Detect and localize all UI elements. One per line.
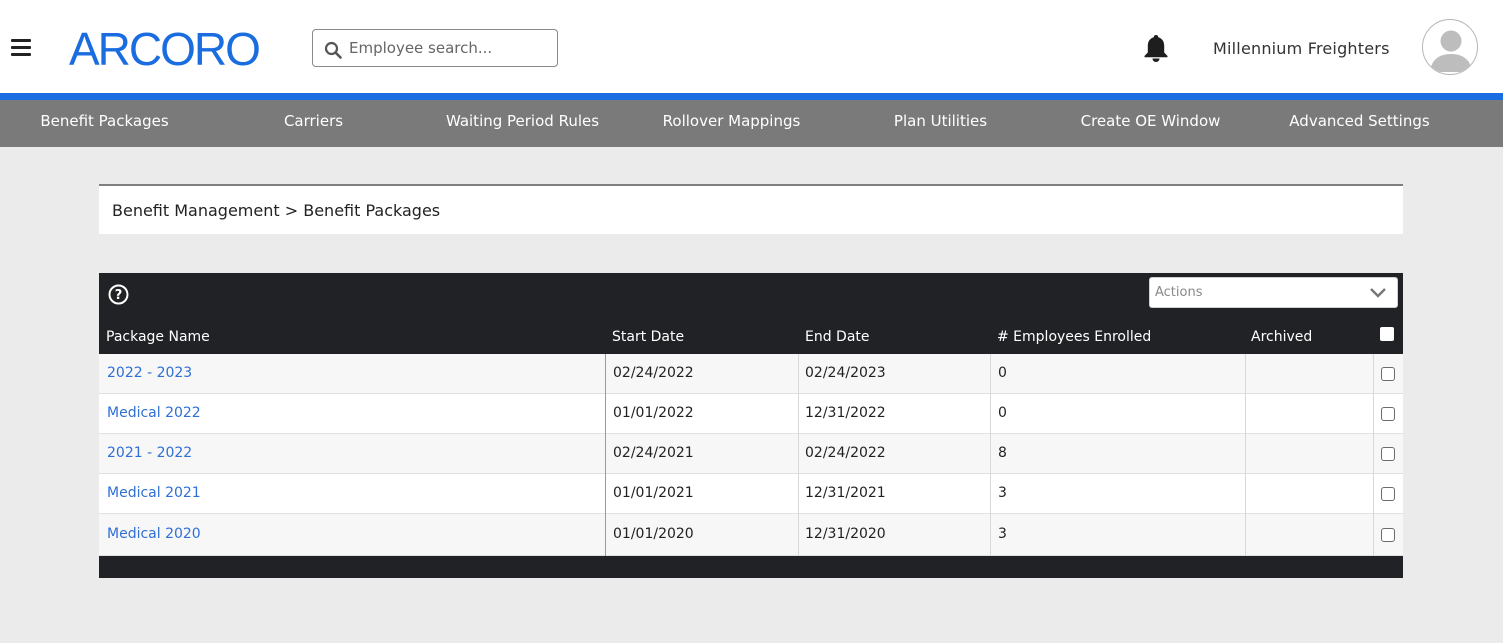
- row-checkbox[interactable]: [1381, 367, 1395, 381]
- table-row: 2022 - 2023 02/24/2022 02/24/2023 0: [99, 354, 1403, 394]
- package-name[interactable]: 2022 - 2023: [107, 365, 192, 381]
- start-date: 01/01/2022: [613, 405, 694, 421]
- end-date: 12/31/2022: [805, 405, 886, 421]
- column-header-archived[interactable]: Archived: [1251, 329, 1312, 345]
- end-date: 02/24/2023: [805, 365, 886, 381]
- chevron-down-icon: [1370, 288, 1386, 298]
- employee-search[interactable]: [312, 29, 558, 67]
- nav-advanced-settings[interactable]: Advanced Settings: [1255, 100, 1464, 147]
- company-name: Millennium Freighters: [1213, 39, 1390, 58]
- column-header-end-date[interactable]: End Date: [805, 329, 870, 345]
- actions-dropdown-label: Actions: [1155, 285, 1203, 300]
- start-date: 02/24/2022: [613, 365, 694, 381]
- package-name[interactable]: Medical 2020: [107, 526, 201, 542]
- nav-benefit-packages[interactable]: Benefit Packages: [0, 100, 209, 147]
- start-date: 01/01/2021: [613, 485, 694, 501]
- employees-enrolled: 0: [998, 365, 1007, 381]
- package-name-link[interactable]: Medical 2022: [107, 394, 201, 434]
- brand-accent-bar: [0, 93, 1503, 100]
- nav-create-oe-window[interactable]: Create OE Window: [1046, 100, 1255, 147]
- start-date: 01/01/2020: [613, 526, 694, 542]
- column-header-package-name[interactable]: Package Name: [106, 329, 210, 345]
- table-row: Medical 2020 01/01/2020 12/31/2020 3: [99, 514, 1403, 556]
- package-name-link[interactable]: 2022 - 2023: [107, 354, 192, 394]
- end-date: 02/24/2022: [805, 445, 886, 461]
- actions-dropdown[interactable]: Actions: [1149, 277, 1398, 308]
- start-date: 02/24/2021: [613, 445, 694, 461]
- benefit-packages-table: ? Actions Package Name Start Date End Da…: [99, 273, 1403, 578]
- package-name-link[interactable]: Medical 2021: [107, 474, 201, 514]
- package-name[interactable]: Medical 2022: [107, 405, 201, 421]
- table-row: Medical 2022 01/01/2022 12/31/2022 0: [99, 394, 1403, 434]
- package-name-link[interactable]: Medical 2020: [107, 514, 201, 556]
- breadcrumb: Benefit Management > Benefit Packages: [112, 201, 440, 220]
- employee-search-input[interactable]: [349, 30, 553, 66]
- table-row: Medical 2021 01/01/2021 12/31/2021 3: [99, 474, 1403, 514]
- column-header-employees-enrolled[interactable]: # Employees Enrolled: [997, 329, 1151, 345]
- user-avatar-icon: [1430, 30, 1472, 72]
- breadcrumb-benefit-management[interactable]: Benefit Management: [112, 201, 280, 220]
- select-all-checkbox[interactable]: [1380, 327, 1394, 341]
- nav-carriers[interactable]: Carriers: [209, 100, 418, 147]
- row-checkbox[interactable]: [1381, 407, 1395, 421]
- svg-text:?: ?: [115, 288, 123, 303]
- help-icon[interactable]: ?: [108, 284, 129, 305]
- employees-enrolled: 3: [998, 485, 1007, 501]
- employees-enrolled: 3: [998, 526, 1007, 542]
- package-name[interactable]: 2021 - 2022: [107, 445, 192, 461]
- breadcrumb-separator: >: [284, 201, 299, 220]
- search-icon: [324, 41, 342, 59]
- svg-text:ARCORO: ARCORO: [69, 23, 259, 73]
- top-header: ARCORO Millennium Freighters: [0, 0, 1503, 93]
- nav-plan-utilities[interactable]: Plan Utilities: [836, 100, 1045, 147]
- end-date: 12/31/2021: [805, 485, 886, 501]
- main-nav: Benefit Packages Carriers Waiting Period…: [0, 100, 1503, 147]
- table-row: 2021 - 2022 02/24/2021 02/24/2022 8: [99, 434, 1403, 474]
- row-checkbox[interactable]: [1381, 487, 1395, 501]
- breadcrumb-current: Benefit Packages: [303, 201, 441, 220]
- notifications-bell-icon[interactable]: [1142, 33, 1170, 63]
- package-name-link[interactable]: 2021 - 2022: [107, 434, 192, 474]
- arcoro-logo[interactable]: ARCORO: [69, 23, 269, 73]
- table-body: 2022 - 2023 02/24/2022 02/24/2023 0 Medi…: [99, 354, 1403, 556]
- package-name[interactable]: Medical 2021: [107, 485, 201, 501]
- employees-enrolled: 8: [998, 445, 1007, 461]
- hamburger-menu-icon[interactable]: [11, 39, 31, 56]
- breadcrumb-container: Benefit Management > Benefit Packages: [99, 184, 1403, 234]
- nav-rollover-mappings[interactable]: Rollover Mappings: [627, 100, 836, 147]
- user-avatar[interactable]: [1422, 19, 1478, 75]
- row-checkbox[interactable]: [1381, 447, 1395, 461]
- end-date: 12/31/2020: [805, 526, 886, 542]
- nav-waiting-period-rules[interactable]: Waiting Period Rules: [418, 100, 627, 147]
- employees-enrolled: 0: [998, 405, 1007, 421]
- column-header-start-date[interactable]: Start Date: [612, 329, 684, 345]
- row-checkbox[interactable]: [1381, 528, 1395, 542]
